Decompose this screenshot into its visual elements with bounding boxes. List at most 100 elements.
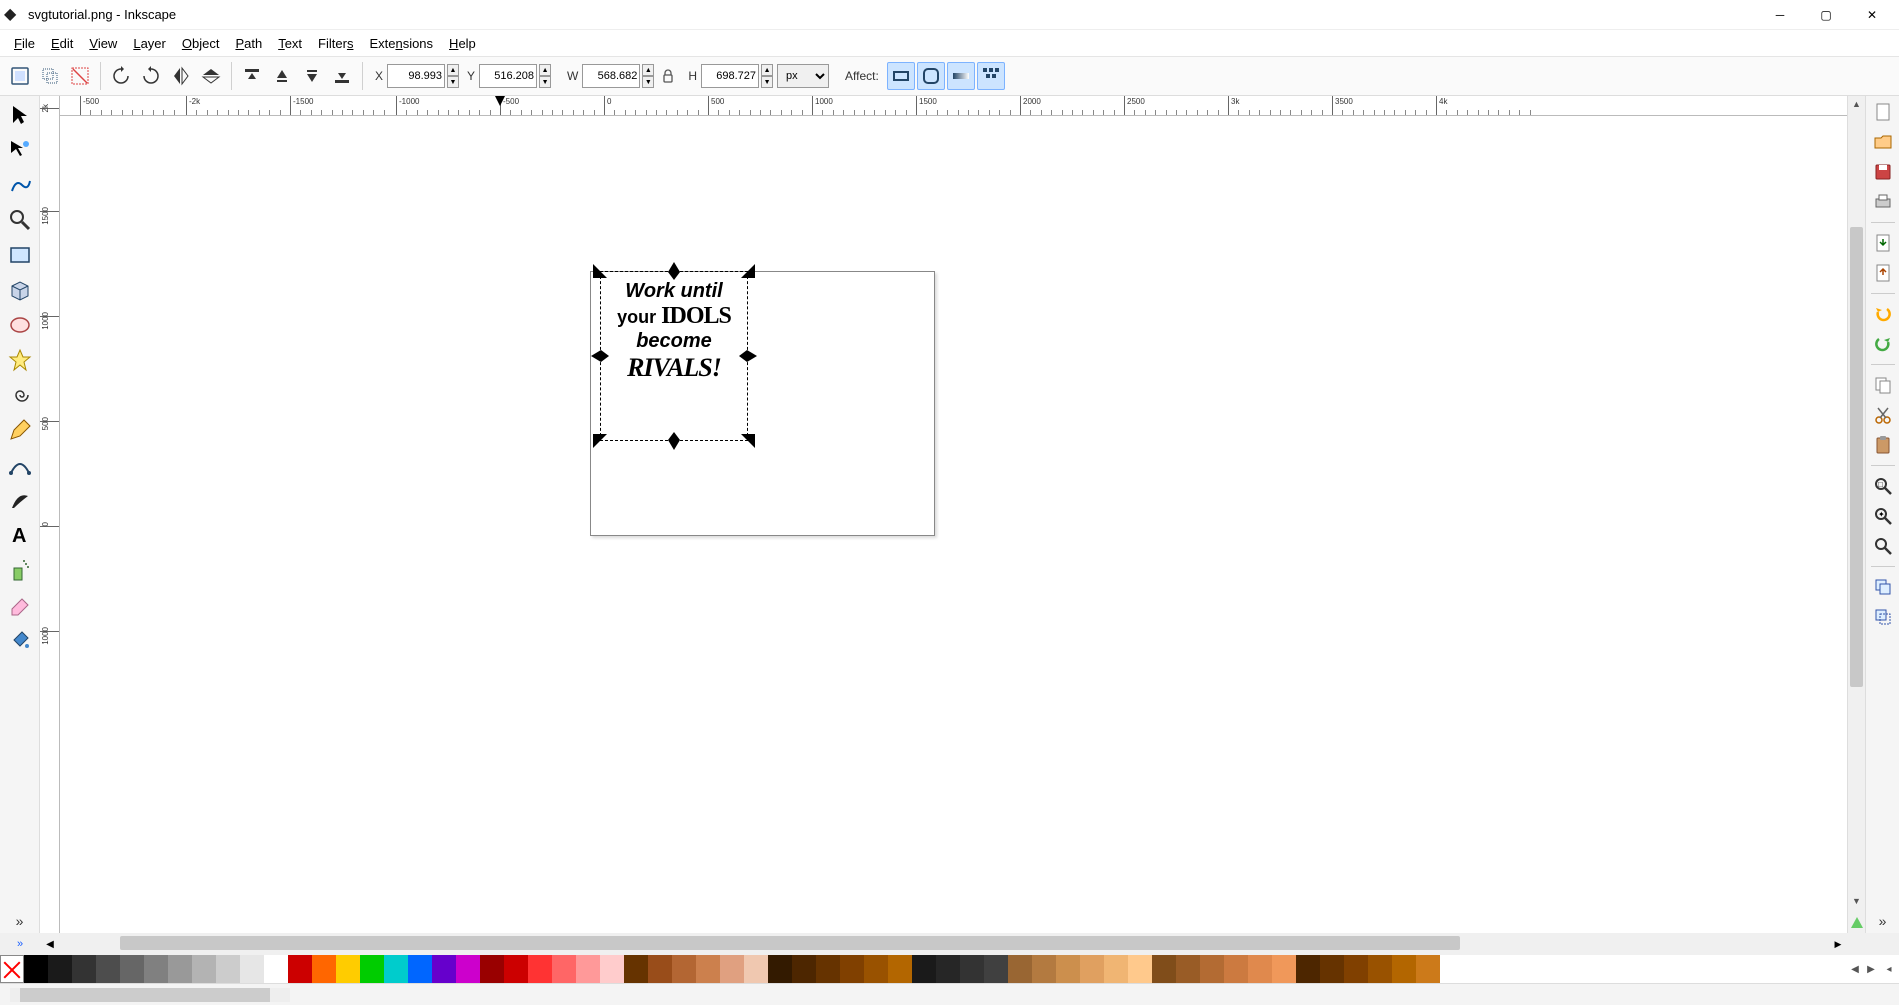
select-all-button[interactable] xyxy=(6,62,34,90)
scale-handle-n[interactable] xyxy=(668,262,680,272)
color-swatch[interactable] xyxy=(336,955,360,983)
color-swatch[interactable] xyxy=(1296,955,1320,983)
color-swatch[interactable] xyxy=(696,955,720,983)
color-swatch[interactable] xyxy=(192,955,216,983)
close-button[interactable]: ✕ xyxy=(1849,0,1895,30)
color-swatch[interactable] xyxy=(96,955,120,983)
unit-select[interactable]: px xyxy=(777,64,829,88)
scroll-down-arrow[interactable]: ▼ xyxy=(1848,893,1865,909)
cut-button[interactable] xyxy=(1869,403,1897,427)
color-swatch[interactable] xyxy=(456,955,480,983)
affect-pattern-button[interactable] xyxy=(977,62,1005,90)
zoom-selection-button[interactable]: □ xyxy=(1869,474,1897,498)
x-spinner[interactable]: ▲▼ xyxy=(447,64,459,88)
guide-marker[interactable] xyxy=(495,96,505,106)
color-swatch[interactable] xyxy=(1056,955,1080,983)
color-swatch[interactable] xyxy=(168,955,192,983)
deselect-button[interactable] xyxy=(66,62,94,90)
minimize-button[interactable]: ─ xyxy=(1757,0,1803,30)
color-swatch[interactable] xyxy=(1200,955,1224,983)
star-tool[interactable] xyxy=(3,343,37,377)
color-swatch[interactable] xyxy=(480,955,504,983)
clone-button[interactable] xyxy=(1869,605,1897,629)
rotate-cw-button[interactable] xyxy=(137,62,165,90)
lock-aspect-button[interactable] xyxy=(656,64,680,88)
color-swatch[interactable] xyxy=(72,955,96,983)
color-swatch[interactable] xyxy=(624,955,648,983)
undo-button[interactable] xyxy=(1869,302,1897,326)
color-swatch[interactable] xyxy=(888,955,912,983)
paste-button[interactable] xyxy=(1869,433,1897,457)
color-swatch[interactable] xyxy=(1368,955,1392,983)
lower-bottom-button[interactable] xyxy=(328,62,356,90)
menu-edit[interactable]: Edit xyxy=(43,34,81,53)
color-swatch[interactable] xyxy=(120,955,144,983)
color-swatch[interactable] xyxy=(912,955,936,983)
ruler-vertical[interactable]: 2k1500100050001000 xyxy=(40,96,60,933)
open-document-button[interactable] xyxy=(1869,130,1897,154)
menu-layer[interactable]: Layer xyxy=(125,34,174,53)
flip-vertical-button[interactable] xyxy=(197,62,225,90)
menu-file[interactable]: File xyxy=(6,34,43,53)
color-swatch[interactable] xyxy=(672,955,696,983)
scale-handle-w[interactable] xyxy=(591,350,601,362)
color-swatch[interactable] xyxy=(432,955,456,983)
import-button[interactable] xyxy=(1869,231,1897,255)
color-swatch[interactable] xyxy=(240,955,264,983)
palette-menu[interactable]: ◂ xyxy=(1879,955,1899,983)
x-input[interactable] xyxy=(387,64,445,88)
text-tool[interactable]: A xyxy=(3,518,37,552)
toolbox-left-expand-2[interactable]: » xyxy=(0,933,40,955)
raise-button[interactable] xyxy=(268,62,296,90)
w-input[interactable] xyxy=(582,64,640,88)
color-swatch[interactable] xyxy=(24,955,48,983)
rotate-ccw-button[interactable] xyxy=(107,62,135,90)
raise-top-button[interactable] xyxy=(238,62,266,90)
pencil-tool[interactable] xyxy=(3,413,37,447)
w-spinner[interactable]: ▲▼ xyxy=(642,64,654,88)
color-swatch[interactable] xyxy=(288,955,312,983)
color-swatch[interactable] xyxy=(1416,955,1440,983)
duplicate-button[interactable] xyxy=(1869,575,1897,599)
scroll-v-thumb[interactable] xyxy=(1850,227,1863,687)
color-swatch[interactable] xyxy=(1104,955,1128,983)
y-spinner[interactable]: ▲▼ xyxy=(539,64,551,88)
color-swatch[interactable] xyxy=(816,955,840,983)
rectangle-tool[interactable] xyxy=(3,238,37,272)
no-color-swatch[interactable] xyxy=(0,955,24,983)
ruler-horizontal[interactable]: -500-2k-1500-1000-5000500100015002000250… xyxy=(60,96,1847,116)
color-swatch[interactable] xyxy=(744,955,768,983)
menu-extensions[interactable]: Extensions xyxy=(361,34,441,53)
color-swatch[interactable] xyxy=(600,955,624,983)
color-swatch[interactable] xyxy=(360,955,384,983)
3dbox-tool[interactable] xyxy=(3,273,37,307)
color-swatch[interactable] xyxy=(504,955,528,983)
color-swatch[interactable] xyxy=(216,955,240,983)
save-document-button[interactable] xyxy=(1869,160,1897,184)
color-triangle-icon[interactable] xyxy=(1848,913,1865,933)
color-swatch[interactable] xyxy=(264,955,288,983)
color-swatch[interactable] xyxy=(1176,955,1200,983)
color-swatch[interactable] xyxy=(1320,955,1344,983)
color-swatch[interactable] xyxy=(648,955,672,983)
eraser-tool[interactable] xyxy=(3,588,37,622)
menu-path[interactable]: Path xyxy=(227,34,270,53)
print-button[interactable] xyxy=(1869,190,1897,214)
color-swatch[interactable] xyxy=(768,955,792,983)
color-swatch[interactable] xyxy=(936,955,960,983)
color-swatch[interactable] xyxy=(552,955,576,983)
color-swatch[interactable] xyxy=(720,955,744,983)
color-swatch[interactable] xyxy=(384,955,408,983)
palette-scroll-right[interactable]: ▶ xyxy=(1863,955,1879,983)
scroll-up-arrow[interactable]: ▲ xyxy=(1848,96,1865,112)
export-button[interactable] xyxy=(1869,261,1897,285)
color-swatch[interactable] xyxy=(144,955,168,983)
toolbox-right-expand[interactable]: » xyxy=(1879,913,1887,929)
menu-filters[interactable]: Filters xyxy=(310,34,361,53)
select-all-layers-button[interactable] xyxy=(36,62,64,90)
palette-scroll-thumb[interactable] xyxy=(20,988,270,1002)
color-swatch[interactable] xyxy=(792,955,816,983)
y-input[interactable] xyxy=(479,64,537,88)
palette-scroll-track[interactable] xyxy=(10,988,290,1002)
color-swatch[interactable] xyxy=(1152,955,1176,983)
